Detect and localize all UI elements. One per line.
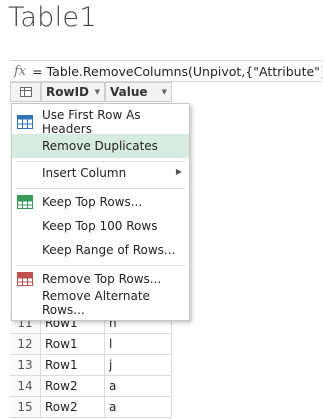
menu-item-label: Keep Top Rows... [42, 195, 143, 209]
menu-item-keep-range-of-rows[interactable]: Keep Range of Rows... [12, 238, 189, 262]
menu-item-keep-top-100-rows[interactable]: Keep Top 100 Rows [12, 214, 189, 238]
row-number: 12 [10, 334, 41, 355]
submenu-arrow-icon: ▶ [175, 167, 182, 176]
rowid-cell[interactable]: Row1 [41, 355, 105, 376]
row-number: 13 [10, 355, 41, 376]
fx-icon: fx [14, 63, 27, 79]
menu-item-label: Keep Range of Rows... [42, 243, 176, 257]
table-menu-button[interactable] [10, 82, 41, 102]
menu-item-use-first-row-as-headers[interactable]: Use First Row As Headers [12, 108, 189, 136]
filter-dropdown-icon[interactable]: ▼ [162, 88, 167, 96]
menu-item-remove-duplicates[interactable]: Remove Duplicates [12, 134, 189, 158]
column-header-label: RowID [46, 85, 89, 99]
menu-item-keep-top-rows[interactable]: Keep Top Rows... [12, 190, 189, 214]
table-header-icon [17, 115, 33, 129]
column-header-rowid[interactable]: RowID ▼ [41, 82, 105, 102]
keep-rows-icon [17, 195, 33, 209]
table-icon [19, 87, 32, 97]
menu-item-label: Remove Duplicates [42, 139, 158, 153]
menu-separator [16, 265, 185, 266]
filter-dropdown-icon[interactable]: ▼ [95, 88, 100, 96]
row-number: 15 [10, 397, 41, 418]
column-header-label: Value [110, 85, 148, 99]
table-context-menu: Use First Row As Headers Remove Duplicat… [11, 103, 190, 321]
rowid-cell[interactable]: Row2 [41, 397, 105, 418]
menu-item-label: Remove Top Rows... [42, 272, 162, 286]
value-cell[interactable]: j [105, 355, 172, 376]
menu-item-remove-alternate-rows[interactable]: Remove Alternate Rows... [12, 289, 189, 317]
value-cell[interactable]: l [105, 334, 172, 355]
column-header-value[interactable]: Value ▼ [105, 82, 172, 102]
menu-item-label: Insert Column [42, 166, 127, 180]
menu-separator [16, 188, 185, 189]
value-cell[interactable]: a [105, 376, 172, 397]
header-row: RowID ▼ Value ▼ [10, 82, 172, 102]
formula-bar[interactable]: fx = Table.RemoveColumns(Unpivot,{"Attri… [10, 60, 322, 82]
menu-item-insert-column[interactable]: Insert Column ▶ [12, 161, 189, 185]
rowid-cell[interactable]: Row1 [41, 334, 105, 355]
rowid-cell[interactable]: Row2 [41, 376, 105, 397]
value-cell[interactable]: a [105, 397, 172, 418]
formula-text[interactable]: = Table.RemoveColumns(Unpivot,{"Attribut… [32, 64, 322, 79]
menu-item-label: Remove Alternate Rows... [42, 289, 150, 317]
row-number: 14 [10, 376, 41, 397]
menu-item-label: Keep Top 100 Rows [42, 219, 158, 233]
remove-rows-icon [17, 272, 33, 286]
menu-item-remove-top-rows[interactable]: Remove Top Rows... [12, 267, 189, 291]
query-title: Table1 [8, 2, 97, 33]
menu-item-label: Use First Row As Headers [42, 108, 141, 136]
